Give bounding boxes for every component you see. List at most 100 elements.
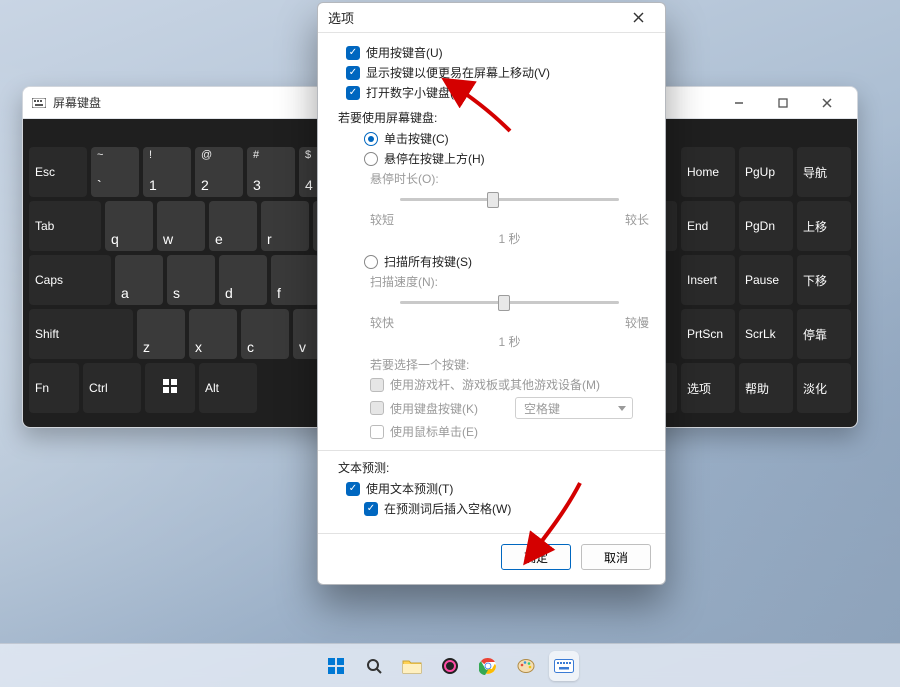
key-help[interactable]: 帮助 (739, 363, 793, 413)
scan-key-combo: 空格键 (515, 397, 633, 419)
radio-scan-label: 扫描所有按键(S) (384, 253, 472, 270)
scan-choose-label: 若要选择一个按键: (370, 356, 649, 373)
key-end[interactable]: End (681, 201, 735, 251)
scan-slider (370, 292, 649, 312)
key-alt[interactable]: Alt (199, 363, 257, 413)
key-a[interactable]: a (115, 255, 163, 305)
hover-slider (370, 189, 649, 209)
key-pgup[interactable]: PgUp (739, 147, 793, 197)
key-caps[interactable]: Caps (29, 255, 111, 305)
key-nav[interactable]: 导航 (797, 147, 851, 197)
key-fn[interactable]: Fn (29, 363, 79, 413)
key-z[interactable]: z (137, 309, 185, 359)
scan-slider-left: 较快 (370, 314, 394, 331)
taskbar-explorer[interactable] (397, 651, 427, 681)
hover-time-label: 悬停时长(O): (370, 170, 649, 187)
taskbar-search[interactable] (359, 651, 389, 681)
check-scan-joystick-label: 使用游戏杆、游戏板或其他游戏设备(M) (390, 376, 600, 393)
key-w[interactable]: w (157, 201, 205, 251)
check-icon: ✓ (346, 86, 360, 100)
taskbar (0, 643, 900, 687)
key-f[interactable]: f (271, 255, 319, 305)
scan-slider-right: 较慢 (625, 314, 649, 331)
check-icon: ✓ (346, 66, 360, 80)
radio-hover[interactable]: 悬停在按键上方(H) (364, 150, 649, 167)
check-icon (370, 425, 384, 439)
check-text-predict-label: 使用文本预测(T) (366, 480, 453, 497)
hover-slider-value: 1 秒 (370, 230, 649, 247)
check-icon: ✓ (346, 482, 360, 496)
key-d[interactable]: d (219, 255, 267, 305)
taskbar-osk[interactable] (549, 651, 579, 681)
scan-speed-label: 扫描速度(N): (370, 273, 649, 290)
minimize-button[interactable] (717, 87, 761, 119)
key-q[interactable]: q (105, 201, 153, 251)
radio-click[interactable]: 单击按键(C) (364, 130, 649, 147)
key-pause[interactable]: Pause (739, 255, 793, 305)
key-tab[interactable]: Tab (29, 201, 101, 251)
dialog-buttons: 确定 取消 (318, 533, 665, 584)
check-show-keys[interactable]: ✓ 显示按键以便更易在屏幕上移动(V) (346, 64, 649, 81)
key-moveup[interactable]: 上移 (797, 201, 851, 251)
maximize-button[interactable] (761, 87, 805, 119)
taskbar-chrome[interactable] (473, 651, 503, 681)
check-click-sound[interactable]: ✓ 使用按键音(U) (346, 44, 649, 61)
key-scrlk[interactable]: ScrLk (739, 309, 793, 359)
divider (318, 450, 665, 451)
key-home[interactable]: Home (681, 147, 735, 197)
check-text-predict[interactable]: ✓ 使用文本预测(T) (346, 480, 649, 497)
check-insert-space[interactable]: ✓ 在预测词后插入空格(W) (364, 500, 649, 517)
check-icon (370, 378, 384, 392)
check-scan-mouse-label: 使用鼠标单击(E) (390, 423, 478, 440)
check-numpad[interactable]: ✓ 打开数字小键盘(D) (346, 84, 649, 101)
check-scan-keyboard: 使用键盘按键(K) 空格键 (370, 396, 649, 420)
key-backtick[interactable]: ~` (91, 147, 139, 197)
hover-slider-right: 较长 (625, 211, 649, 228)
key-options[interactable]: 选项 (681, 363, 735, 413)
key-dock[interactable]: 停靠 (797, 309, 851, 359)
hover-slider-left: 较短 (370, 211, 394, 228)
check-insert-space-label: 在预测词后插入空格(W) (384, 500, 511, 517)
radio-scan[interactable]: 扫描所有按键(S) (364, 253, 649, 270)
key-x[interactable]: x (189, 309, 237, 359)
key-e[interactable]: e (209, 201, 257, 251)
key-fade[interactable]: 淡化 (797, 363, 851, 413)
keyboard-icon (31, 95, 47, 111)
key-1[interactable]: !1 (143, 147, 191, 197)
dialog-body: ✓ 使用按键音(U) ✓ 显示按键以便更易在屏幕上移动(V) ✓ 打开数字小键盘… (318, 33, 665, 533)
check-scan-keyboard-label: 使用键盘按键(K) (390, 400, 478, 417)
check-click-sound-label: 使用按键音(U) (366, 44, 443, 61)
taskbar-start[interactable] (321, 651, 351, 681)
key-2[interactable]: @2 (195, 147, 243, 197)
ok-button[interactable]: 确定 (501, 544, 571, 570)
text-pred-header: 文本预测: (338, 459, 649, 476)
radio-icon (364, 152, 378, 166)
radio-icon (364, 132, 378, 146)
key-r[interactable]: r (261, 201, 309, 251)
dialog-title: 选项 (328, 8, 617, 27)
taskbar-paint[interactable] (511, 651, 541, 681)
key-windows[interactable] (145, 363, 195, 413)
cancel-button[interactable]: 取消 (581, 544, 651, 570)
key-esc[interactable]: Esc (29, 147, 87, 197)
close-button[interactable] (805, 87, 849, 119)
check-icon: ✓ (364, 502, 378, 516)
key-3[interactable]: #3 (247, 147, 295, 197)
key-c[interactable]: c (241, 309, 289, 359)
options-dialog: 选项 ✓ 使用按键音(U) ✓ 显示按键以便更易在屏幕上移动(V) ✓ 打开数字… (317, 2, 666, 585)
radio-icon (364, 255, 378, 269)
check-scan-joystick: 使用游戏杆、游戏板或其他游戏设备(M) (370, 376, 649, 393)
windows-icon (151, 378, 189, 399)
dialog-titlebar: 选项 (318, 3, 665, 33)
taskbar-app[interactable] (435, 651, 465, 681)
key-shift[interactable]: Shift (29, 309, 133, 359)
dialog-close-button[interactable] (617, 4, 659, 32)
key-ctrl[interactable]: Ctrl (83, 363, 141, 413)
radio-hover-label: 悬停在按键上方(H) (384, 150, 485, 167)
key-movedown[interactable]: 下移 (797, 255, 851, 305)
key-prtscn[interactable]: PrtScn (681, 309, 735, 359)
key-insert[interactable]: Insert (681, 255, 735, 305)
check-icon (370, 401, 384, 415)
key-pgdn[interactable]: PgDn (739, 201, 793, 251)
key-s[interactable]: s (167, 255, 215, 305)
